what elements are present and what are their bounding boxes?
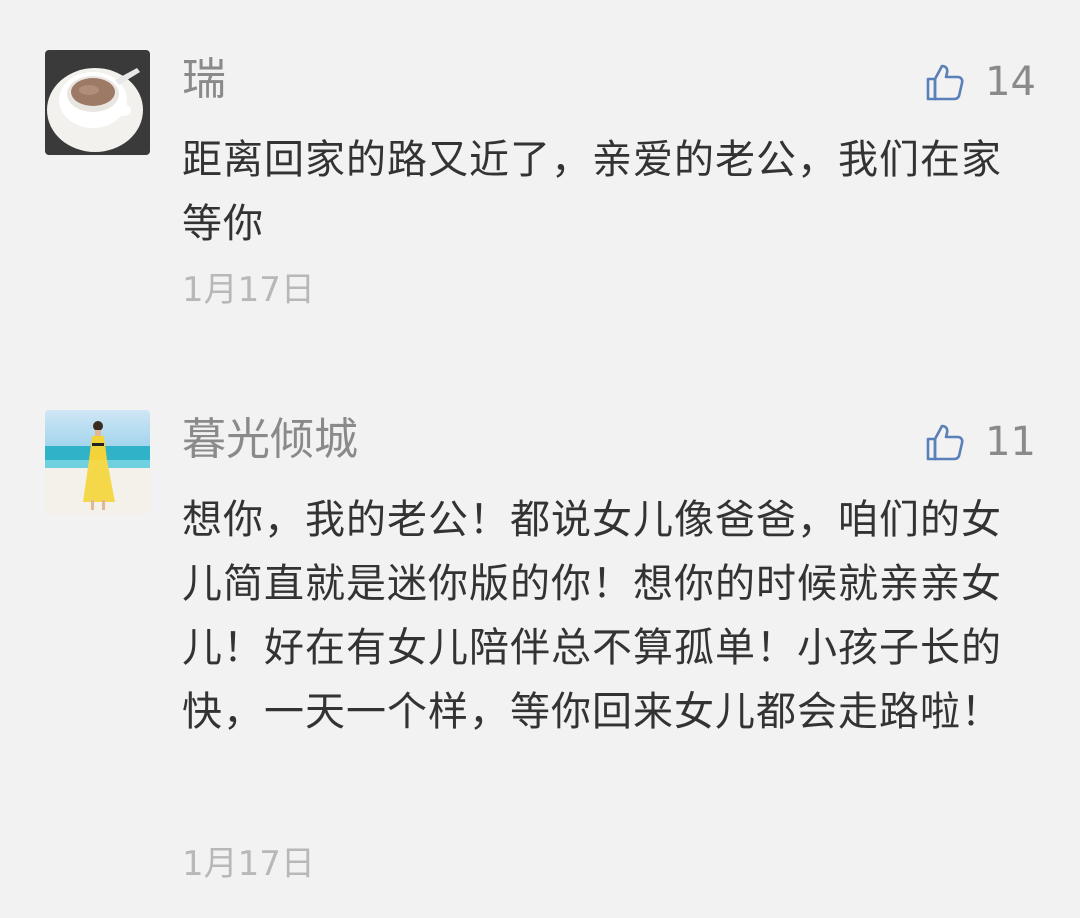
comment-item: 暮光倾城 11 想你，我的老公！都说女儿像爸爸，咱们的女儿简直就是迷你版的你！想… [0,360,1080,918]
beach-woman-avatar-icon [45,410,150,515]
comment-text: 距离回家的路又近了，亲爱的老公，我们在家等你 [182,137,1002,247]
comment-date: 1月17日 [182,270,315,310]
nickname[interactable]: 瑞 [182,54,226,106]
like-button[interactable]: 11 [925,416,1036,468]
thumbs-up-icon[interactable] [925,62,965,102]
like-button[interactable]: 14 [925,56,1036,108]
comment-date: 1月17日 [182,844,315,884]
nickname[interactable]: 暮光倾城 [182,414,358,466]
avatar[interactable] [45,410,150,515]
avatar[interactable] [45,50,150,155]
comment-text: 想你，我的老公！都说女儿像爸爸，咱们的女儿简直就是迷你版的你！想你的时候就亲亲女… [182,497,1002,735]
coffee-cup-avatar-icon [45,50,150,155]
like-count: 14 [985,59,1036,105]
comment-item: 瑞 14 距离回家的路又近了，亲爱的老公，我们在家等你 1月17日 [0,0,1080,360]
like-count: 11 [985,419,1036,465]
thumbs-up-icon[interactable] [925,422,965,462]
